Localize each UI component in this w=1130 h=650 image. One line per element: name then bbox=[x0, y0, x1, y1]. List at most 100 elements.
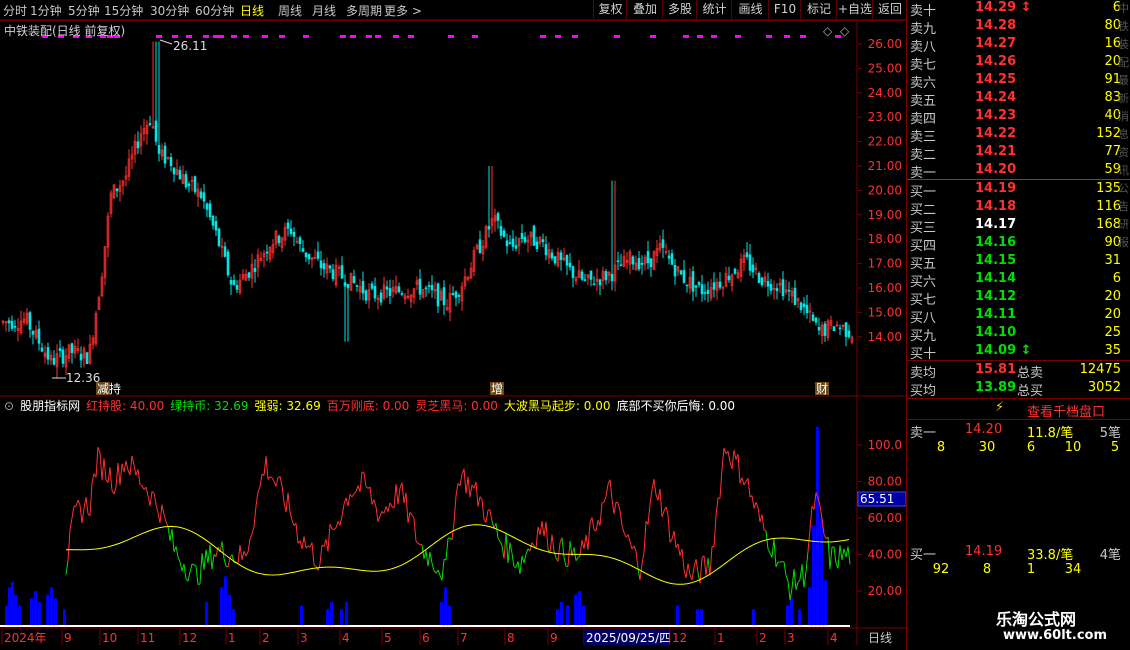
date-label: 2024年 bbox=[4, 631, 47, 645]
strength-line bbox=[347, 494, 351, 507]
buy-order-row[interactable]: 买二 14.18 116 bbox=[907, 199, 1130, 218]
strength-line bbox=[311, 542, 315, 565]
strength-line bbox=[269, 476, 273, 479]
order-label: 买八 bbox=[910, 311, 937, 326]
sell-order-row[interactable]: 卖五 14.24 83 bbox=[907, 90, 1130, 109]
buy-queue[interactable]: 买一 14.19 33.8/笔 4笔 92 8 1 34 bbox=[907, 542, 1130, 582]
volume-bar bbox=[224, 576, 227, 628]
ind-current-label: 65.51 bbox=[860, 492, 894, 506]
strength-line bbox=[485, 510, 489, 523]
strength-line bbox=[691, 567, 695, 580]
view-level1000-button[interactable]: ⚡ 查看千档盘口 bbox=[907, 399, 1130, 420]
sell-order-row[interactable]: 卖三 14.22 152 bbox=[907, 126, 1130, 145]
signal-mark bbox=[243, 35, 249, 38]
date-label: 2025/09/25/四 bbox=[586, 631, 671, 645]
candle-body bbox=[670, 253, 674, 265]
strength-line bbox=[335, 521, 339, 528]
candle-body bbox=[457, 295, 461, 297]
buy-order-row[interactable]: 买三 14.17 168 bbox=[907, 217, 1130, 236]
order-label: 买三 bbox=[910, 221, 937, 236]
candle-body bbox=[178, 170, 182, 180]
candle-body bbox=[838, 327, 842, 330]
date-label: 12 bbox=[672, 631, 687, 645]
indicator-toggle-icon[interactable]: ⊙ bbox=[4, 399, 14, 413]
candle-body bbox=[496, 213, 500, 221]
strength-line bbox=[103, 458, 107, 480]
strength-line bbox=[829, 546, 833, 570]
volume-bar bbox=[808, 587, 811, 628]
sell-queue[interactable]: 卖一 14.20 11.8/笔 5笔 8 30 6 10 5 bbox=[907, 420, 1130, 460]
candle-body bbox=[370, 283, 374, 289]
strength-line bbox=[497, 537, 501, 542]
strength-line bbox=[595, 520, 599, 532]
strength-line bbox=[553, 550, 557, 558]
queue-order: 8 bbox=[982, 562, 992, 577]
strength-line bbox=[343, 497, 347, 505]
candle-body bbox=[592, 283, 596, 286]
diamond-icon: ◇ bbox=[840, 24, 850, 38]
date-label: 1 bbox=[717, 631, 725, 645]
signal-mark bbox=[800, 35, 806, 38]
sell-order-row[interactable]: 卖六 14.25 91 bbox=[907, 72, 1130, 91]
candle-body bbox=[292, 231, 296, 237]
strength-line bbox=[583, 534, 587, 549]
strength-line bbox=[137, 469, 141, 485]
buy-order-row[interactable]: 买七 14.12 20 bbox=[907, 289, 1130, 308]
side-news-strip[interactable]: 中铁装配最新消息资讯公告研报 bbox=[1118, 0, 1130, 360]
strength-line bbox=[327, 524, 331, 552]
sell-order-row[interactable]: 卖十 14.29 ↕ 6 bbox=[907, 0, 1130, 19]
buy-order-row[interactable]: 买六 14.14 6 bbox=[907, 271, 1130, 290]
buy-order-row[interactable]: 买八 14.11 20 bbox=[907, 307, 1130, 326]
signal-mark bbox=[186, 35, 192, 38]
buy-order-row[interactable]: 买十 14.09 ↕ 35 bbox=[907, 343, 1130, 362]
candle-body bbox=[307, 253, 311, 260]
ind-tick-label: 20.00 bbox=[868, 584, 902, 598]
candle-body bbox=[322, 263, 326, 270]
indicator-name[interactable]: 股朋指标网 bbox=[20, 399, 80, 413]
strength-line bbox=[199, 553, 203, 585]
strength-line bbox=[195, 566, 199, 585]
buy-order-row[interactable]: 买五 14.15 31 bbox=[907, 253, 1130, 272]
strength-line bbox=[201, 553, 205, 570]
sell-order-row[interactable]: 卖九 14.28 80 bbox=[907, 18, 1130, 37]
strength-line bbox=[601, 501, 605, 504]
strength-line bbox=[99, 452, 103, 481]
buy-order-row[interactable]: 买四 14.16 90 bbox=[907, 235, 1130, 254]
volume-bar bbox=[38, 601, 41, 628]
strength-line bbox=[649, 489, 653, 505]
buy-order-row[interactable]: 买一 14.19 135 bbox=[907, 181, 1130, 200]
strength-line bbox=[395, 484, 399, 505]
candle-body bbox=[478, 239, 482, 254]
strength-line bbox=[463, 468, 467, 494]
strength-line bbox=[803, 571, 807, 588]
candle-body bbox=[208, 203, 212, 218]
volume-bar bbox=[228, 594, 231, 628]
sell-order-row[interactable]: 卖四 14.23 40 bbox=[907, 108, 1130, 127]
strength-line bbox=[257, 486, 261, 492]
candle-body bbox=[706, 289, 710, 295]
order-label: 买四 bbox=[910, 239, 937, 254]
indicator-header: ⊙ 股朋指标网 红持股: 40.00 绿持币: 32.69 强弱: 32.69 百万刚底:… bbox=[4, 397, 747, 414]
strength-line bbox=[259, 473, 263, 487]
candle-body bbox=[214, 221, 218, 231]
sell-order-row[interactable]: 卖二 14.21 77 bbox=[907, 144, 1130, 163]
signal-mark bbox=[540, 35, 546, 38]
buy-order-row[interactable]: 买九 14.10 25 bbox=[907, 325, 1130, 344]
strength-line bbox=[609, 479, 613, 500]
strength-line bbox=[681, 549, 685, 570]
volume-bar bbox=[34, 591, 37, 628]
strength-line bbox=[339, 516, 343, 526]
candle-body bbox=[229, 280, 233, 285]
high-marker bbox=[159, 39, 173, 45]
sell-order-row[interactable]: 卖八 14.27 16 bbox=[907, 36, 1130, 55]
strength-line bbox=[237, 544, 241, 564]
candle-body bbox=[565, 254, 569, 266]
sell-order-row[interactable]: 卖七 14.26 20 bbox=[907, 54, 1130, 73]
strength-line bbox=[741, 477, 745, 486]
signal-mark bbox=[472, 35, 478, 38]
strength-line bbox=[805, 551, 809, 572]
signal-mark bbox=[735, 35, 741, 38]
sell-order-row[interactable]: 卖一 14.20 59 bbox=[907, 162, 1130, 181]
date-label: 10 bbox=[102, 631, 117, 645]
indicator-value: 百万刚底: 0.00 bbox=[326, 399, 410, 413]
